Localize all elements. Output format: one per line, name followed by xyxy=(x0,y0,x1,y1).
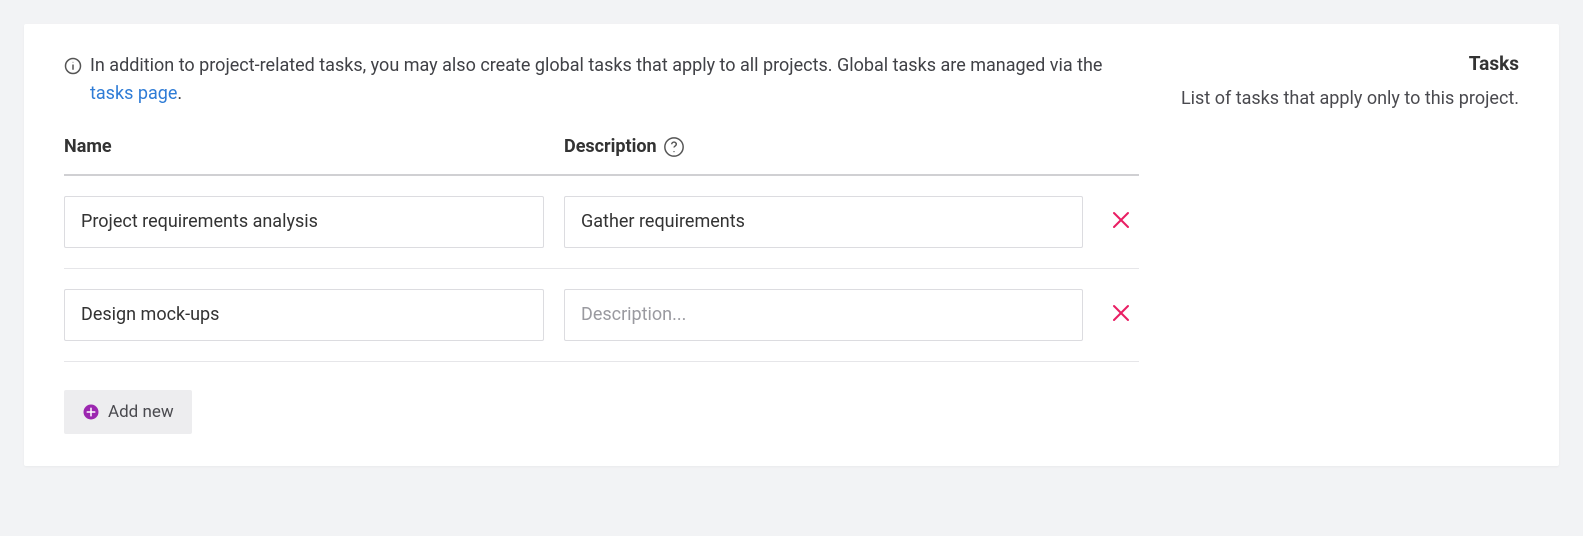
task-name-input[interactable] xyxy=(64,289,544,341)
cell-name xyxy=(64,289,544,341)
task-description-input[interactable] xyxy=(564,196,1083,248)
main-column: In addition to project-related tasks, yo… xyxy=(64,52,1139,434)
header-description-label: Description xyxy=(564,136,657,157)
table-row xyxy=(64,269,1139,362)
cell-description xyxy=(544,196,1139,248)
plus-circle-icon xyxy=(82,403,100,421)
close-icon xyxy=(1109,208,1133,235)
help-icon[interactable] xyxy=(663,136,685,158)
side-description: List of tasks that apply only to this pr… xyxy=(1179,85,1519,113)
tasks-card: In addition to project-related tasks, yo… xyxy=(24,24,1559,466)
task-description-input[interactable] xyxy=(564,289,1083,341)
add-new-label: Add new xyxy=(108,402,174,422)
cell-name xyxy=(64,196,544,248)
delete-row-button[interactable] xyxy=(1103,202,1139,241)
side-title: Tasks xyxy=(1179,52,1519,75)
header-name: Name xyxy=(64,136,544,158)
task-name-input[interactable] xyxy=(64,196,544,248)
header-description: Description xyxy=(544,136,1139,158)
side-column: Tasks List of tasks that apply only to t… xyxy=(1179,52,1519,434)
info-text-before: In addition to project-related tasks, yo… xyxy=(90,55,1102,76)
info-banner: In addition to project-related tasks, yo… xyxy=(64,52,1139,108)
delete-row-button[interactable] xyxy=(1103,295,1139,334)
table-row xyxy=(64,176,1139,269)
info-icon xyxy=(64,56,82,84)
tasks-table: Name Description xyxy=(64,136,1139,362)
cell-description xyxy=(544,289,1139,341)
close-icon xyxy=(1109,301,1133,328)
add-new-button[interactable]: Add new xyxy=(64,390,192,434)
header-name-label: Name xyxy=(64,136,112,157)
tasks-page-link[interactable]: tasks page xyxy=(90,83,177,104)
info-text-after: . xyxy=(177,83,182,104)
info-text: In addition to project-related tasks, yo… xyxy=(90,52,1139,108)
table-header: Name Description xyxy=(64,136,1139,176)
